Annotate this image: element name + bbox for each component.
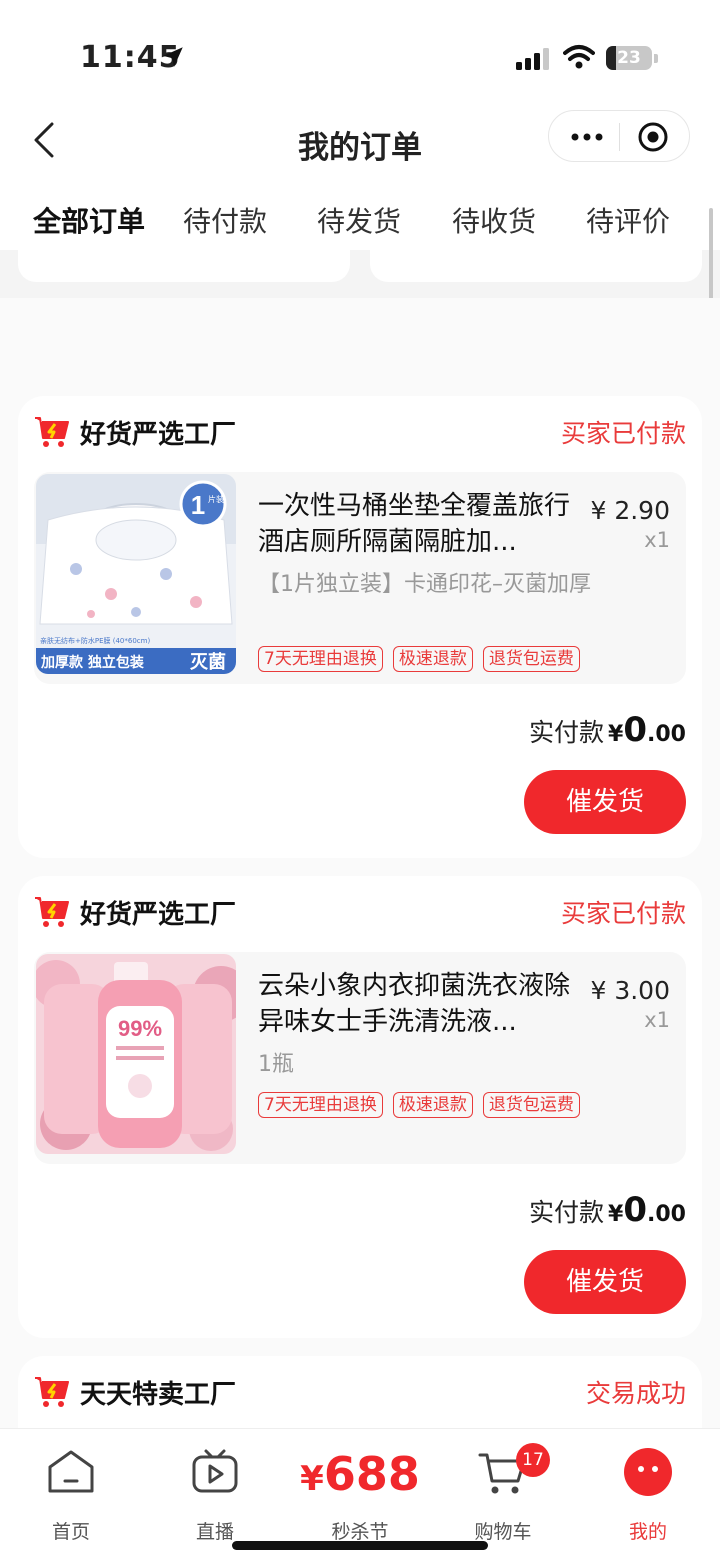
tag-free-return-shipping: 退货包运费 bbox=[482, 646, 580, 672]
shop-row[interactable]: 好货严选工厂 买家已付款 bbox=[34, 892, 686, 932]
shop-name: 天天特卖工厂 bbox=[80, 1380, 237, 1410]
product-spec: 【1片独立装】卡通印花–灭菌加厚 bbox=[258, 572, 591, 597]
paid-integer: 0 bbox=[623, 710, 648, 750]
tab-pending-shipment[interactable]: 待发货 bbox=[317, 200, 401, 240]
tag-fast-refund: 极速退款 bbox=[392, 1092, 473, 1118]
image-badge-sub: 片装 bbox=[208, 494, 224, 504]
paid-label: 实付款 bbox=[529, 1198, 605, 1227]
product-item[interactable]: 1 片装 亲肤无纺布+防水PE膜 (40*60cm) 加厚款 独立包装 灭菌 一… bbox=[34, 472, 686, 684]
cart-count-badge: 17 bbox=[516, 1443, 550, 1477]
shop-row[interactable]: 天天特卖工厂 交易成功 bbox=[34, 1372, 686, 1412]
product-quantity: x1 bbox=[644, 1008, 670, 1032]
signal-icon bbox=[516, 48, 549, 70]
paid-decimal: .00 bbox=[647, 722, 686, 747]
location-arrow-icon bbox=[163, 47, 183, 67]
product-title: 云朵小象内衣抑菌洗衣液除异味女士手洗清洗液... bbox=[258, 971, 571, 1037]
image-fine-print: 亲肤无纺布+防水PE膜 (40*60cm) bbox=[40, 636, 150, 645]
urge-shipment-button[interactable]: 催发货 bbox=[524, 770, 686, 834]
order-tabs: 全部订单 待付款 待发货 待收货 待评价 bbox=[0, 188, 720, 250]
service-tags: 7天无理由退换 极速退款 退货包运费 bbox=[258, 646, 580, 672]
image-label: 99% bbox=[118, 1016, 162, 1041]
paid-currency: ¥ bbox=[608, 722, 624, 747]
product-title: 一次性马桶坐垫全覆盖旅行酒店厕所隔菌隔脏加... bbox=[258, 491, 571, 557]
home-icon bbox=[48, 1450, 94, 1493]
tab-all-orders[interactable]: 全部订单 bbox=[33, 200, 145, 240]
order-status: 买家已付款 bbox=[560, 419, 686, 448]
flash-sale-price: ¥688 bbox=[300, 1447, 420, 1501]
paid-amount: 实付款 ¥0.00 bbox=[529, 1190, 686, 1236]
product-image: 99% bbox=[36, 954, 236, 1154]
previous-card-bottom bbox=[18, 250, 350, 282]
shop-name: 好货严选工厂 bbox=[80, 900, 237, 930]
tag-7-day-return: 7天无理由退换 bbox=[258, 646, 383, 672]
product-price: ¥ 3.00 bbox=[590, 976, 670, 1005]
order-status: 买家已付款 bbox=[560, 899, 686, 928]
tag-free-return-shipping: 退货包运费 bbox=[482, 1092, 580, 1118]
image-band-right: 灭菌 bbox=[189, 652, 226, 673]
live-tv-icon bbox=[192, 1449, 238, 1493]
more-icon[interactable] bbox=[567, 124, 607, 150]
battery-cap bbox=[654, 54, 658, 63]
image-badge-number: 1 bbox=[191, 490, 205, 520]
paid-integer: 0 bbox=[623, 1190, 648, 1230]
product-image: 1 片装 亲肤无纺布+防水PE膜 (40*60cm) 加厚款 独立包装 灭菌 bbox=[36, 474, 236, 674]
paid-currency: ¥ bbox=[608, 1202, 624, 1227]
product-quantity: x1 bbox=[644, 528, 670, 552]
tabbar-live-label: 直播 bbox=[195, 1521, 234, 1543]
nav-header: 我的订单 bbox=[0, 108, 720, 188]
tabbar-home-label: 首页 bbox=[51, 1521, 90, 1543]
order-card[interactable]: 好货严选工厂 买家已付款 1 片装 亲肤无纺布+防水PE膜 (40*60cm) … bbox=[18, 396, 702, 858]
shop-cart-icon bbox=[35, 1377, 69, 1407]
paid-amount: 实付款 ¥0.00 bbox=[529, 710, 686, 756]
tabbar-flash-sale-label: 秒杀节 bbox=[331, 1521, 389, 1543]
shop-name: 好货严选工厂 bbox=[80, 420, 237, 450]
order-status: 交易成功 bbox=[585, 1379, 686, 1408]
urge-shipment-button[interactable]: 催发货 bbox=[524, 1250, 686, 1314]
tag-7-day-return: 7天无理由退换 bbox=[258, 1092, 383, 1118]
paid-label: 实付款 bbox=[529, 718, 605, 747]
shop-row[interactable]: 好货严选工厂 买家已付款 bbox=[34, 412, 686, 452]
image-band-left: 加厚款 独立包装 bbox=[40, 654, 145, 671]
shop-cart-icon bbox=[35, 897, 69, 927]
shop-cart-icon bbox=[35, 417, 69, 447]
order-card[interactable]: 好货严选工厂 买家已付款 99% 云朵小象内衣抑菌洗衣液除异味女士手洗清洗液..… bbox=[18, 876, 702, 1338]
tabbar-cart-label: 购物车 bbox=[474, 1521, 532, 1543]
previous-card-bottom bbox=[370, 250, 702, 282]
mini-program-capsule bbox=[548, 110, 690, 162]
profile-icon bbox=[624, 1448, 672, 1496]
service-tags: 7天无理由退换 极速退款 退货包运费 bbox=[258, 1092, 580, 1118]
tab-pending-payment[interactable]: 待付款 bbox=[183, 200, 267, 240]
status-bar: 11:45 23 bbox=[0, 0, 720, 108]
tab-pending-review[interactable]: 待评价 bbox=[586, 200, 670, 240]
home-indicator bbox=[232, 1541, 488, 1550]
wifi-icon bbox=[563, 45, 595, 69]
product-item[interactable]: 99% 云朵小象内衣抑菌洗衣液除异味女士手洗清洗液... ¥ 3.00 x1 1… bbox=[34, 952, 686, 1164]
tabbar-me-label: 我的 bbox=[628, 1521, 667, 1543]
product-spec: 1瓶 bbox=[258, 1052, 294, 1077]
capsule-divider bbox=[619, 123, 620, 151]
paid-decimal: .00 bbox=[647, 1202, 686, 1227]
tag-fast-refund: 极速退款 bbox=[392, 646, 473, 672]
tab-pending-receipt[interactable]: 待收货 bbox=[452, 200, 536, 240]
product-price: ¥ 2.90 bbox=[590, 496, 670, 525]
close-mini-program-icon[interactable] bbox=[637, 121, 669, 153]
battery-indicator: 23 bbox=[606, 46, 652, 70]
